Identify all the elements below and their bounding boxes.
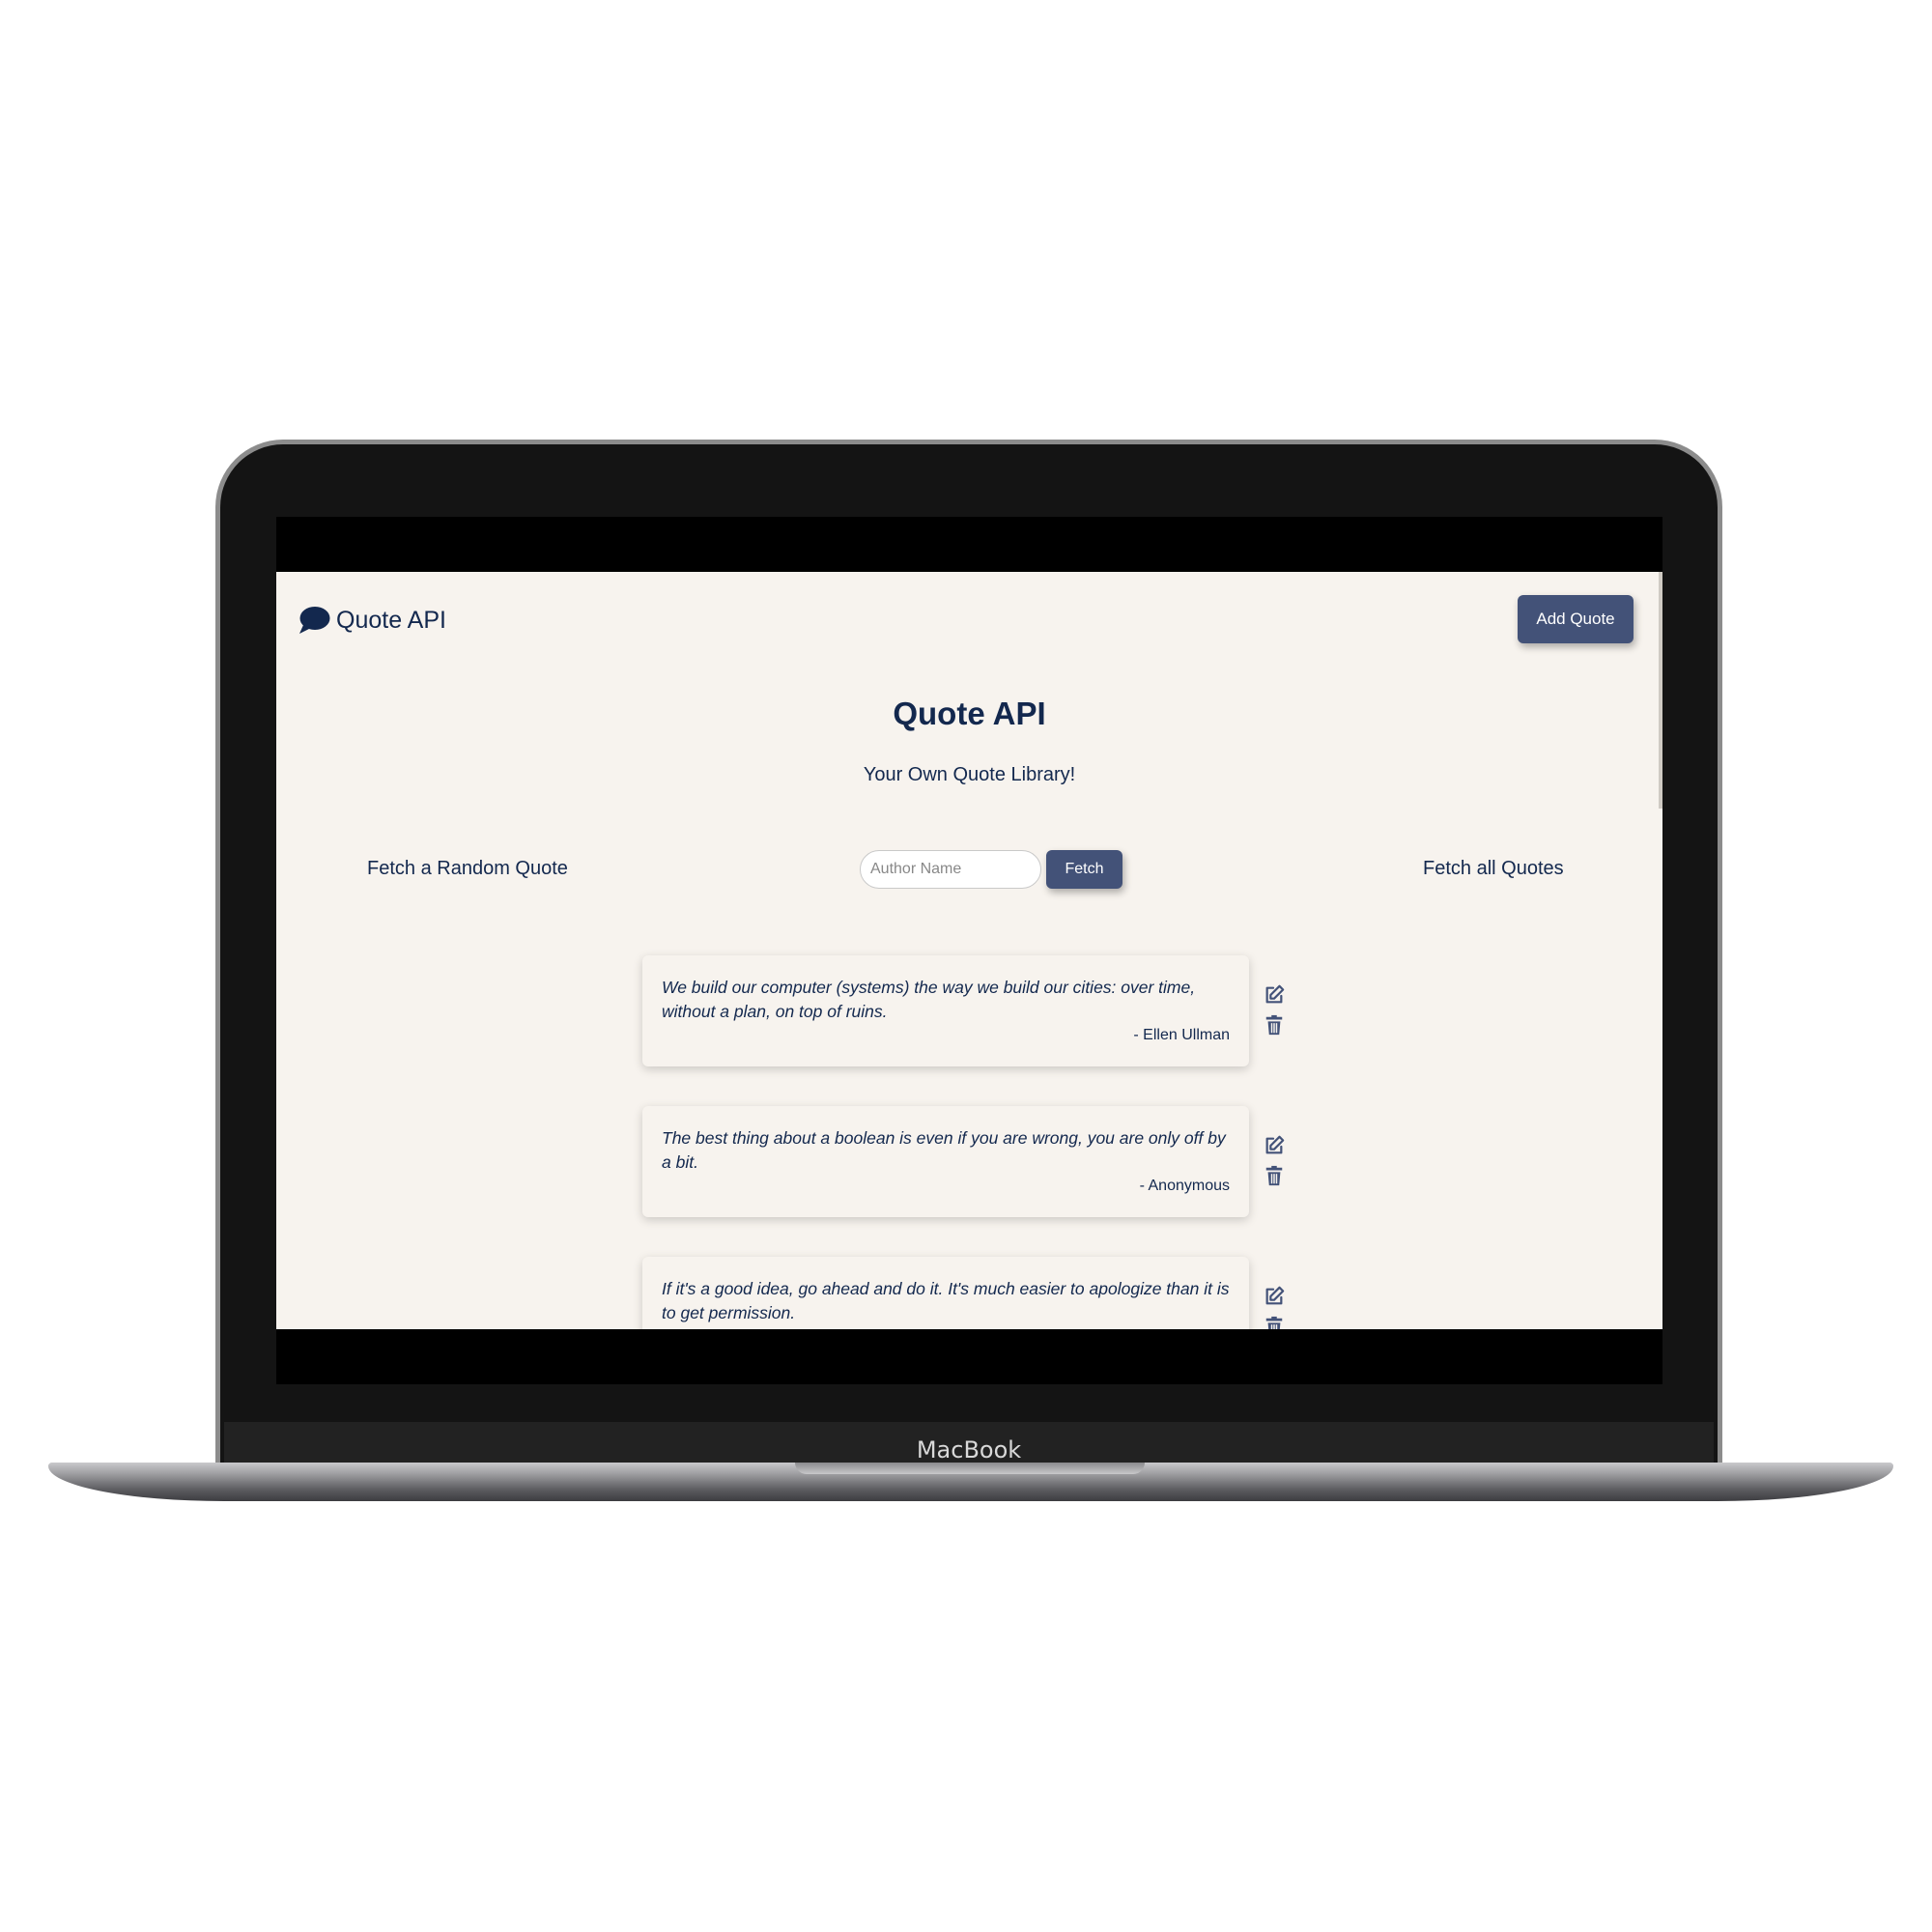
- quote-author: - Anonymous: [1139, 1178, 1230, 1194]
- add-quote-button[interactable]: Add Quote: [1518, 595, 1634, 643]
- edit-icon[interactable]: [1264, 984, 1285, 1006]
- brand-text: Quote API: [336, 606, 446, 634]
- quote-card: If it's a good idea, go ahead and do it.…: [642, 1257, 1249, 1329]
- trash-icon[interactable]: [1264, 1316, 1285, 1329]
- quote-text: If it's a good idea, go ahead and do it.…: [662, 1279, 1230, 1322]
- navbar-brand[interactable]: Quote API: [298, 606, 446, 635]
- laptop-notch: [795, 1463, 1145, 1474]
- trash-icon[interactable]: [1264, 1014, 1285, 1036]
- quote-actions: [1264, 1286, 1287, 1329]
- quote-text: We build our computer (systems) the way …: [662, 978, 1196, 1021]
- quote-card: We build our computer (systems) the way …: [642, 955, 1249, 1066]
- quote-author: - Ellen Ullman: [1133, 1027, 1230, 1043]
- fetch-button[interactable]: Fetch: [1046, 850, 1122, 889]
- fetch-random-quote-link[interactable]: Fetch a Random Quote: [367, 858, 568, 880]
- trash-icon[interactable]: [1264, 1165, 1285, 1186]
- speech-bubble-icon: [299, 607, 330, 634]
- edit-icon[interactable]: [1264, 1286, 1285, 1307]
- browser-viewport: Quote API Add Quote Quote API Your Own Q…: [276, 572, 1662, 1329]
- quote-card: The best thing about a boolean is even i…: [642, 1106, 1249, 1217]
- quote-text: The best thing about a boolean is even i…: [662, 1128, 1226, 1172]
- edit-icon[interactable]: [1264, 1135, 1285, 1156]
- author-name-input[interactable]: [860, 850, 1041, 889]
- page-title: Quote API: [893, 696, 1046, 731]
- quote-actions: [1264, 1135, 1287, 1186]
- page-subtitle: Your Own Quote Library!: [863, 764, 1076, 785]
- fetch-all-quotes-link[interactable]: Fetch all Quotes: [1423, 858, 1564, 880]
- quote-actions: [1264, 984, 1287, 1036]
